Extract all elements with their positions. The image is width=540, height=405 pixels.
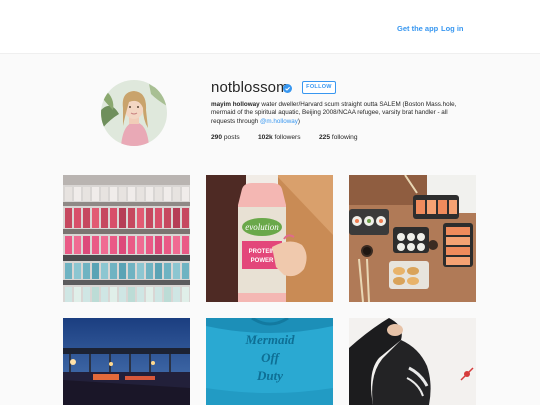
bottle-label-protein: PROTEIN <box>249 249 276 255</box>
post-thumbnail-mermaid-shirt[interactable]: Mermaid Off Duty <box>206 318 333 405</box>
stat-posts: 290 posts <box>211 134 240 141</box>
posts-count: 290 <box>211 134 223 141</box>
stat-following[interactable]: 225 following <box>319 134 358 141</box>
post-thumbnail-pier-at-dusk[interactable] <box>63 318 190 405</box>
bio-mention-link[interactable]: @m.holloway <box>260 118 298 125</box>
shirt-text-line-3: Duty <box>256 368 283 383</box>
top-navigation-bar: Get the app Log in <box>0 0 540 54</box>
followers-label: followers <box>274 134 301 141</box>
post-thumbnail-protein-drink[interactable]: evolution PROTEIN POWER <box>206 175 333 302</box>
log-in-link[interactable]: Log in <box>441 24 464 33</box>
post-thumbnail-nail-polish[interactable] <box>63 175 190 302</box>
bottle-label-power: POWER <box>251 258 274 264</box>
post-thumbnail-sushi[interactable] <box>349 175 476 302</box>
shirt-text-line-2: Off <box>261 350 280 365</box>
profile-avatar[interactable] <box>101 80 167 146</box>
profile-full-name: mayim holloway <box>211 101 260 108</box>
bottle-brand-text: evolution <box>245 222 279 232</box>
verified-badge-icon <box>283 84 292 93</box>
shirt-text-line-1: Mermaid <box>244 332 295 347</box>
bio-end: ) <box>297 117 301 125</box>
profile-bio: mayim holloway water dweller/Harvard scu… <box>211 101 471 126</box>
following-count: 225 <box>319 134 331 141</box>
profile-username: notblossom <box>211 79 289 96</box>
followers-count: 102k <box>258 134 273 141</box>
follow-button[interactable]: FOLLOW <box>302 81 336 94</box>
stat-followers[interactable]: 102k followers <box>258 134 301 141</box>
posts-label: posts <box>223 134 240 141</box>
following-label: following <box>331 134 358 141</box>
get-the-app-link[interactable]: Get the app <box>397 24 438 33</box>
post-thumbnail-black-hoodie[interactable] <box>349 318 476 405</box>
